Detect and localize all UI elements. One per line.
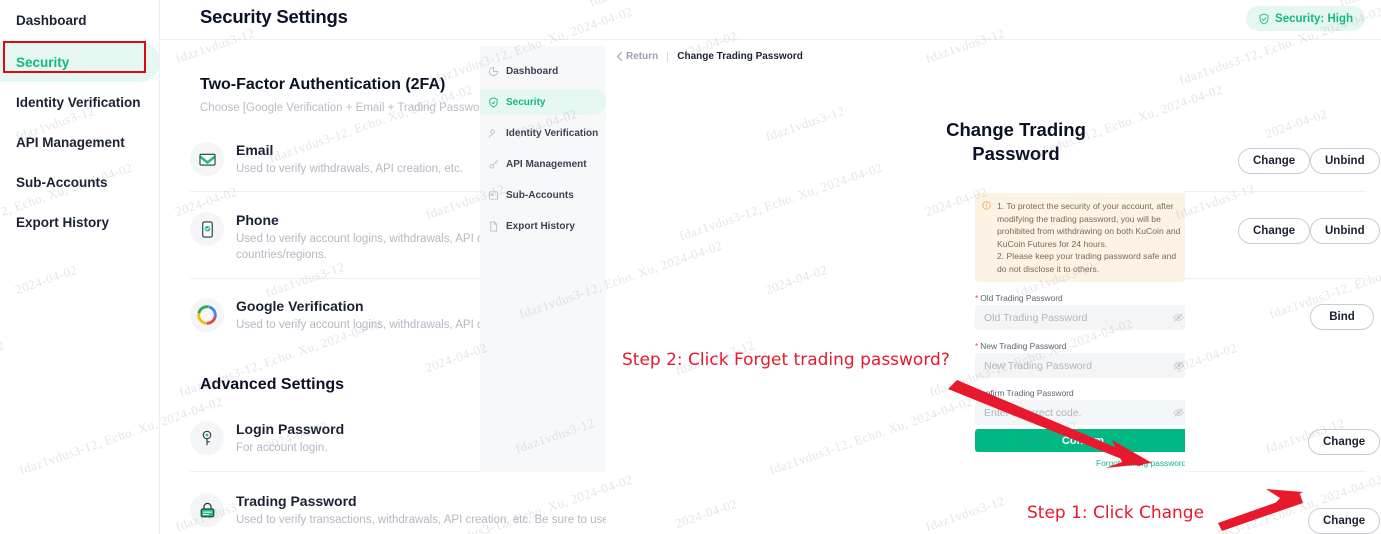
row-title: Trading Password [236,493,357,509]
chevron-left-icon [616,52,622,61]
status-badge: Security: High [1246,6,1365,31]
section-heading-2fa: Two-Factor Authentication (2FA) [200,76,446,93]
shield-check-icon [1259,13,1269,24]
phone-icon [190,212,224,246]
overlay-secondary-nav: Dashboard Security Identity Verification… [480,46,606,472]
dashboard-icon [488,66,499,76]
sidebar-label: Security [16,54,70,70]
field-placeholder: Enter a correct code. [984,406,1082,419]
row-title: Login Password [236,421,345,437]
shield-icon [489,96,498,108]
eye-off-icon[interactable] [1173,312,1184,323]
overlay-nav-item-identity-verification[interactable]: Identity Verification [480,120,606,146]
row-desc: Used to verify account logins, withdrawa… [236,319,518,331]
forgot-trading-password-link[interactable]: Forgot trading password? [975,458,1185,468]
unbind-button-email[interactable]: Unbind [1310,148,1380,174]
email-icon [190,142,224,176]
new-trading-password-label: * New Trading Password [975,341,1066,351]
field-label-text: New Trading Password [980,341,1067,351]
row-desc-line2: countries/regions. [236,249,327,261]
overlay-nav-item-security[interactable]: Security [480,89,606,115]
google-icon: G [190,298,224,332]
breadcrumb: Return Change Trading Password [616,51,803,62]
lock-icon [190,493,224,527]
sidebar-item-dashboard[interactable]: Dashboard [0,0,160,40]
required-marker: * [975,293,979,303]
confirm-trading-password-label: Confirm Trading Password [975,388,1074,398]
page-title: Security Settings [200,6,348,27]
change-button-email[interactable]: Change [1238,148,1311,174]
confirm-trading-password-input[interactable]: Enter a correct code. [975,400,1185,425]
key-icon [190,421,224,455]
field-placeholder: Old Trading Password [984,311,1088,324]
return-button[interactable]: Return [616,51,658,62]
bind-button-google[interactable]: Bind [1310,304,1374,330]
status-badge-label: Security: High [1275,12,1353,25]
file-icon [490,220,498,232]
field-label-text: Confirm Trading Password [975,388,1074,398]
row-desc: Used to verify account logins, withdrawa… [236,233,518,245]
change-button-phone[interactable]: Change [1238,218,1311,244]
svg-text:G: G [203,311,211,322]
sidebar-label: Identity Verification [16,94,141,110]
breadcrumb-divider [667,51,669,62]
sidebar-label: Dashboard [16,12,87,28]
unbind-button-phone[interactable]: Unbind [1310,218,1380,244]
section-heading-advanced: Advanced Settings [200,376,345,393]
sidebar-item-sub-accounts[interactable]: Sub-Accounts [0,162,160,202]
info-alert-text: 1. To protect the security of your accou… [997,201,1181,274]
return-label: Return [626,51,659,62]
overlay-nav-item-dashboard[interactable]: Dashboard [480,58,606,84]
sidebar-label: API Management [16,134,125,150]
overlay-nav-item-api-management[interactable]: API Management [480,151,606,177]
row-title: Phone [236,212,279,228]
old-trading-password-input[interactable]: Old Trading Password [975,305,1185,330]
overlay-nav-label: Dashboard [506,65,559,77]
info-circle-icon [982,201,991,210]
field-label-text: Old Trading Password [980,293,1063,303]
overlay-nav-label: Identity Verification [506,127,599,139]
new-trading-password-input[interactable]: New Trading Password [975,353,1185,378]
row-title: Email [236,142,274,158]
sidebar-item-identity-verification[interactable]: Identity Verification [0,82,160,122]
required-marker: * [975,341,979,351]
row-desc: Used to verify withdrawals, API creation… [236,163,463,175]
overlay-nav-label: Security [506,96,546,108]
users-icon [488,190,499,200]
info-alert: 1. To protect the security of your accou… [975,193,1185,282]
row-desc: For account login. [236,442,328,454]
app-root: Dashboard Security Identity Verification… [0,0,1381,534]
sidebar-item-security[interactable]: Security [0,42,160,82]
change-button-login-password[interactable]: Change [1308,429,1381,455]
overlay-nav-label: Export History [506,220,575,232]
change-button-trading-password[interactable]: Change [1308,508,1381,534]
sidebar-label: Export History [16,214,110,230]
overlay-nav-item-sub-accounts[interactable]: Sub-Accounts [480,182,606,208]
old-trading-password-label: * Old Trading Password [975,293,1063,303]
confirm-button[interactable]: Confirm [975,429,1185,452]
sidebar-label: Sub-Accounts [16,174,108,190]
primary-sidebar: Dashboard Security Identity Verification… [0,0,160,534]
overlay-nav-label: API Management [506,158,587,170]
overlay-nav-item-export-history[interactable]: Export History [480,213,606,239]
breadcrumb-current: Change Trading Password [677,51,803,62]
panel-title: Change Trading Password [946,119,1086,164]
overlay-nav-label: Sub-Accounts [506,189,574,201]
eye-off-icon[interactable] [1173,407,1184,418]
change-trading-password-panel: Return Change Trading Password Change Tr… [606,46,1185,534]
sidebar-item-api-management[interactable]: API Management [0,122,160,162]
page-header: Security Settings Security: High [160,0,1381,40]
id-card-icon [488,128,495,138]
field-placeholder: New Trading Password [984,359,1092,372]
api-key-icon [489,159,498,169]
row-title: Google Verification [236,298,364,314]
sidebar-item-export-history[interactable]: Export History [0,202,160,242]
eye-off-icon[interactable] [1173,360,1184,371]
